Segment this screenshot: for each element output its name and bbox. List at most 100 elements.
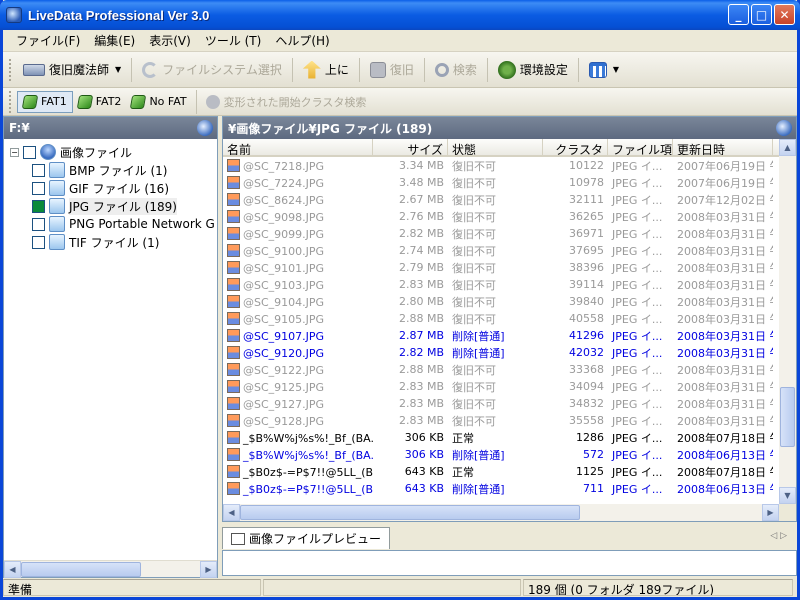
table-row[interactable]: _$B0z$-=P$7!!@5LL_(BA.j... 643 KB 正常 1125 JP… — [223, 463, 779, 480]
up-button[interactable]: 上に — [297, 56, 355, 84]
tree-horizontal-scrollbar[interactable]: ◀ ▶ — [4, 560, 217, 578]
menu-help[interactable]: ヘルプ(H) — [268, 30, 336, 51]
restore-button[interactable]: 復旧 — [364, 56, 420, 84]
scroll-thumb[interactable] — [21, 562, 141, 577]
col-size[interactable]: サイズ — [373, 139, 448, 155]
tree-checkbox[interactable] — [32, 235, 45, 249]
table-row[interactable]: _$B%W%j%s%!_Bf_(BA.jpg 306 KB 正常 1286 JPEG イ… — [223, 429, 779, 446]
table-row[interactable]: @SC_9103.JPG 2.83 MB 復旧不可 39114 JPEG イ... 200… — [223, 276, 779, 293]
scroll-right-arrow-icon[interactable]: ▶ — [200, 561, 217, 578]
tree-node-root[interactable]: − 画像ファイル — [4, 143, 217, 161]
tree-checkbox[interactable] — [32, 181, 45, 195]
tree-node-png[interactable]: PNG Portable Network G — [4, 215, 217, 233]
tree-node-jpg[interactable]: JPG ファイル (189) — [4, 197, 217, 215]
dropdown-arrow-icon[interactable]: ▼ — [115, 65, 121, 74]
list-vertical-scrollbar[interactable]: ▲ ▼ — [779, 139, 796, 504]
cell-cluster-text: 39114 — [569, 278, 604, 291]
scroll-up-arrow-icon[interactable]: ▲ — [779, 139, 796, 156]
maximize-button[interactable]: □ — [751, 4, 772, 25]
table-row[interactable]: @SC_9098.JPG 2.76 MB 復旧不可 36265 JPEG イ... 200… — [223, 208, 779, 225]
table-row[interactable]: @SC_9125.JPG 2.83 MB 復旧不可 34094 JPEG イ... 200… — [223, 378, 779, 395]
table-row[interactable]: @SC_9100.JPG 2.74 MB 復旧不可 37695 JPEG イ... 200… — [223, 242, 779, 259]
table-row[interactable]: @SC_9099.JPG 2.82 MB 復旧不可 36971 JPEG イ... 200… — [223, 225, 779, 242]
table-row[interactable]: @SC_7218.JPG 3.34 MB 復旧不可 10122 JPEG イ... 200… — [223, 157, 779, 174]
scroll-right-arrow-icon[interactable]: ▶ — [762, 504, 779, 521]
nofat-button[interactable]: No FAT — [126, 91, 191, 113]
cell-type-text: JPEG イ... — [612, 363, 663, 377]
table-row[interactable]: _$B%W%j%s%!_Bf_(BA.jpg 306 KB 削除[普通] 572 JPE… — [223, 446, 779, 463]
collapse-icon[interactable]: − — [10, 147, 19, 157]
minimize-button[interactable]: _ — [728, 4, 749, 25]
table-row[interactable]: @SC_7224.JPG 3.48 MB 復旧不可 10978 JPEG イ... 200… — [223, 174, 779, 191]
cell-state-text: 復旧不可 — [452, 227, 496, 241]
scroll-down-arrow-icon[interactable]: ▼ — [779, 487, 796, 504]
col-name[interactable]: 名前 — [223, 139, 373, 155]
cell-state-text: 正常 — [452, 431, 474, 445]
list-horizontal-scrollbar[interactable]: ◀ ▶ — [223, 504, 779, 521]
tree-node-bmp[interactable]: BMP ファイル (1) — [4, 161, 217, 179]
cell-state: 削除[普通] — [448, 481, 543, 497]
table-row[interactable]: @SC_9127.JPG 2.83 MB 復旧不可 34832 JPEG イ... 200… — [223, 395, 779, 412]
search-button[interactable]: 検索 — [429, 56, 483, 84]
jpeg-file-icon — [227, 226, 240, 240]
fat1-button[interactable]: FAT1 — [17, 90, 73, 113]
pane-toggle-icon[interactable] — [776, 120, 792, 136]
toolbar-grip[interactable] — [9, 90, 13, 113]
cluster-search-button[interactable]: 変形された開始クラスタ検索 — [201, 91, 372, 113]
menu-view[interactable]: 表示(V) — [142, 30, 198, 51]
close-button[interactable]: ✕ — [774, 4, 795, 25]
cell-state: 正常 — [448, 430, 543, 446]
scroll-thumb[interactable] — [780, 387, 795, 447]
menu-file[interactable]: ファイル(F) — [9, 30, 87, 51]
cell-cluster: 1125 — [543, 465, 608, 478]
table-row[interactable]: _$B0z$-=P$7!!@5LL_(BA.j... 643 KB 削除[普通] 71… — [223, 480, 779, 497]
settings-button[interactable]: 環境設定 — [492, 56, 574, 84]
tab-scroll-arrows-icon[interactable]: ◁ ▷ — [770, 531, 787, 541]
cell-type: JPEG イ... — [608, 243, 673, 259]
fat2-button[interactable]: FAT2 — [73, 91, 127, 113]
table-row[interactable]: @SC_9105.JPG 2.88 MB 復旧不可 40558 JPEG イ... 200… — [223, 310, 779, 327]
table-row[interactable]: @SC_9101.JPG 2.79 MB 復旧不可 38396 JPEG イ... 200… — [223, 259, 779, 276]
cell-cluster-text: 34832 — [569, 397, 604, 410]
col-state[interactable]: 状態 — [448, 139, 543, 155]
pane-toggle-icon[interactable] — [197, 120, 213, 136]
toolbar-separator — [486, 57, 488, 82]
col-date[interactable]: 更新日時 — [673, 139, 773, 155]
cell-size-text: 2.67 MB — [398, 193, 444, 206]
cell-date-text: 2008年03月31日 午 — [677, 329, 773, 343]
scroll-thumb[interactable] — [240, 505, 580, 520]
tree-node-gif[interactable]: GIF ファイル (16) — [4, 179, 217, 197]
cell-state: 復旧不可 — [448, 175, 543, 191]
filesystem-select-button[interactable]: ファイルシステム選択 — [136, 56, 288, 84]
col-cluster[interactable]: クラスタ — [543, 139, 608, 155]
cell-date: 2007年06月19日 午 — [673, 175, 773, 191]
scroll-left-arrow-icon[interactable]: ◀ — [223, 504, 240, 521]
cell-name: _$B%W%j%s%!_Bf_(BA.jpg — [223, 447, 373, 462]
tree-checkbox[interactable] — [32, 217, 45, 231]
toolbar-grip[interactable] — [9, 58, 13, 81]
cell-state: 復旧不可 — [448, 413, 543, 429]
col-type[interactable]: ファイル項... — [608, 139, 673, 155]
table-row[interactable]: @SC_8624.JPG 2.67 MB 復旧不可 32111 JPEG イ... 200… — [223, 191, 779, 208]
view-mode-button[interactable]: ▼ — [583, 56, 625, 84]
title-bar[interactable]: LiveData Professional Ver 3.0 _ □ ✕ — [0, 0, 800, 30]
menu-tools[interactable]: ツール (T) — [198, 30, 269, 51]
table-row[interactable]: @SC_9107.JPG 2.87 MB 削除[普通] 41296 JPEG イ... 2… — [223, 327, 779, 344]
table-row[interactable]: @SC_9122.JPG 2.88 MB 復旧不可 33368 JPEG イ... 200… — [223, 361, 779, 378]
restore-wizard-button[interactable]: 復旧魔法師 ▼ — [17, 56, 127, 84]
table-row[interactable]: @SC_9120.JPG 2.82 MB 削除[普通] 42032 JPEG イ... 2… — [223, 344, 779, 361]
tree-checkbox[interactable] — [23, 145, 36, 159]
cell-size-text: 2.74 MB — [398, 244, 444, 257]
tree-node-tif[interactable]: TIF ファイル (1) — [4, 233, 217, 251]
file-type-icon — [49, 198, 65, 214]
preview-tab[interactable]: 画像ファイルプレビュー — [222, 527, 391, 549]
cell-type-text: JPEG イ... — [612, 278, 663, 292]
cell-type-text: JPEG イ... — [612, 346, 663, 360]
dropdown-arrow-icon[interactable]: ▼ — [613, 65, 619, 74]
menu-edit[interactable]: 編集(E) — [87, 30, 142, 51]
table-row[interactable]: @SC_9128.JPG 2.83 MB 復旧不可 35558 JPEG イ... 200… — [223, 412, 779, 429]
tree-checkbox-partial[interactable] — [32, 199, 45, 213]
table-row[interactable]: @SC_9104.JPG 2.80 MB 復旧不可 39840 JPEG イ... 200… — [223, 293, 779, 310]
scroll-left-arrow-icon[interactable]: ◀ — [4, 561, 21, 578]
tree-checkbox[interactable] — [32, 163, 45, 177]
